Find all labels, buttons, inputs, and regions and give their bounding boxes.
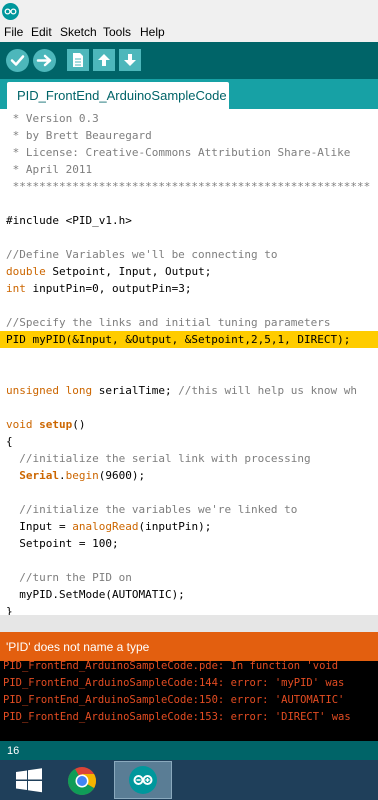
console-line: PID_FrontEnd_ArduinoSampleCode:144: erro…: [3, 677, 345, 689]
arrow-down-icon: [124, 54, 136, 66]
new-file-icon: [73, 53, 83, 67]
code-token: //turn the PID on: [6, 571, 132, 584]
code-token: //Specify the links and initial tuning p…: [6, 316, 331, 329]
console-line: PID_FrontEnd_ArduinoSampleCode:150: erro…: [3, 694, 345, 706]
upload-button[interactable]: [33, 49, 56, 72]
code-token: void: [6, 418, 33, 431]
chrome-icon: [68, 767, 96, 795]
code-line: //initialize the variables we're linked …: [6, 501, 297, 518]
arduino-logo-icon: [2, 3, 19, 20]
code-line: myPID.SetMode(AUTOMATIC);: [6, 586, 185, 603]
open-button[interactable]: [93, 49, 115, 71]
code-token: PID myPID(&Input, &Output, &Setpoint,2,5…: [6, 333, 351, 346]
taskbar-chrome[interactable]: [55, 761, 113, 799]
code-line: * License: Creative-Commons Attribution …: [6, 144, 351, 161]
save-button[interactable]: [119, 49, 141, 71]
code-token: Setpoint = 100;: [6, 537, 119, 550]
code-token: Input =: [6, 520, 73, 533]
verify-button[interactable]: [6, 49, 29, 72]
code-token: //Define Variables we'll be connecting t…: [6, 248, 278, 261]
menu-edit[interactable]: Edit: [31, 25, 52, 39]
code-token: myPID.SetMode(AUTOMATIC);: [6, 588, 185, 601]
code-line: unsigned long serialTime; //this will he…: [6, 382, 357, 399]
check-icon: [10, 55, 25, 66]
code-token: }: [6, 605, 13, 615]
code-line: * by Brett Beauregard: [6, 127, 152, 144]
taskbar-arduino[interactable]: [114, 761, 172, 799]
console-line: PID_FrontEnd_ArduinoSampleCode.pde: In f…: [3, 661, 339, 672]
line-number: 16: [7, 745, 20, 757]
code-token: * Version 0.3: [6, 112, 99, 125]
code-line: //Specify the links and initial tuning p…: [6, 314, 331, 331]
code-line: int inputPin=0, outputPin=3;: [6, 280, 191, 297]
code-token: .: [59, 469, 66, 482]
code-line: {: [6, 433, 13, 450]
code-token: unsigned long: [6, 384, 93, 397]
code-token: //this will help us know wh: [178, 384, 357, 397]
menu-tools[interactable]: Tools: [103, 25, 131, 39]
code-token: int: [6, 282, 26, 295]
error-status-bar: 'PID' does not name a type: [0, 632, 378, 661]
code-token: * April 2011: [6, 163, 93, 176]
code-token: * by Brett Beauregard: [6, 129, 152, 142]
menu-file[interactable]: File: [4, 25, 23, 39]
code-token: //initialize the serial link with proces…: [6, 452, 311, 465]
console-output: PID_FrontEnd_ArduinoSampleCode.pde: In f…: [0, 661, 378, 741]
code-line: void setup(): [6, 416, 86, 433]
code-line: ****************************************…: [6, 178, 371, 195]
code-token: begin: [65, 469, 99, 482]
code-token: * License: Creative-Commons Attribution …: [6, 146, 351, 159]
code-line: //Define Variables we'll be connecting t…: [6, 246, 278, 263]
menu-sketch[interactable]: Sketch: [60, 25, 97, 39]
code-token: setup: [39, 418, 73, 431]
code-token: serialTime;: [92, 384, 179, 397]
new-button[interactable]: [67, 49, 89, 71]
code-editor[interactable]: * Version 0.3 * by Brett Beauregard * Li…: [0, 109, 378, 615]
code-line: //turn the PID on: [6, 569, 132, 586]
line-number-bar: 16: [0, 741, 378, 760]
console-line: PID_FrontEnd_ArduinoSampleCode:153: erro…: [3, 711, 351, 723]
code-line: Input = analogRead(inputPin);: [6, 518, 211, 535]
code-token: #include <PID_v1.h>: [6, 214, 132, 227]
error-message: 'PID' does not name a type: [6, 640, 150, 654]
code-line: * Version 0.3: [6, 110, 99, 127]
code-line: }: [6, 603, 13, 615]
editor-horizontal-scrollbar[interactable]: [0, 615, 378, 632]
code-token: ****************************************…: [6, 180, 371, 193]
code-token: (9600);: [98, 469, 146, 482]
code-token: (inputPin);: [138, 520, 212, 533]
code-line: Setpoint = 100;: [6, 535, 119, 552]
code-line: Serial.begin(9600);: [6, 467, 145, 484]
arduino-icon: [129, 766, 157, 794]
code-token: {: [6, 435, 13, 448]
menu-help[interactable]: Help: [140, 25, 165, 39]
title-bar: [0, 0, 378, 23]
arrow-up-icon: [98, 54, 110, 66]
tab-strip: PID_FrontEnd_ArduinoSampleCode: [0, 79, 378, 109]
code-token: (): [72, 418, 86, 431]
tab-sketch[interactable]: PID_FrontEnd_ArduinoSampleCode: [7, 82, 229, 109]
code-line: PID myPID(&Input, &Output, &Setpoint,2,5…: [6, 331, 350, 348]
arrow-right-icon: [36, 54, 52, 67]
start-button[interactable]: [0, 761, 58, 799]
code-line: * April 2011: [6, 161, 92, 178]
toolbar: [0, 42, 378, 79]
menu-bar: File Edit Sketch Tools Help: [0, 23, 378, 42]
code-line: double Setpoint, Input, Output;: [6, 263, 211, 280]
code-token: //initialize the variables we're linked …: [6, 503, 298, 516]
code-token: inputPin=0, outputPin=3;: [25, 282, 192, 295]
taskbar: [0, 760, 378, 800]
code-token: double: [6, 265, 46, 278]
code-line: #include <PID_v1.h>: [6, 212, 132, 229]
code-token: Setpoint, Input, Output;: [45, 265, 212, 278]
code-token: analogRead: [72, 520, 139, 533]
code-line: //initialize the serial link with proces…: [6, 450, 311, 467]
code-token: Serial: [19, 469, 59, 482]
windows-logo-icon: [16, 768, 42, 793]
